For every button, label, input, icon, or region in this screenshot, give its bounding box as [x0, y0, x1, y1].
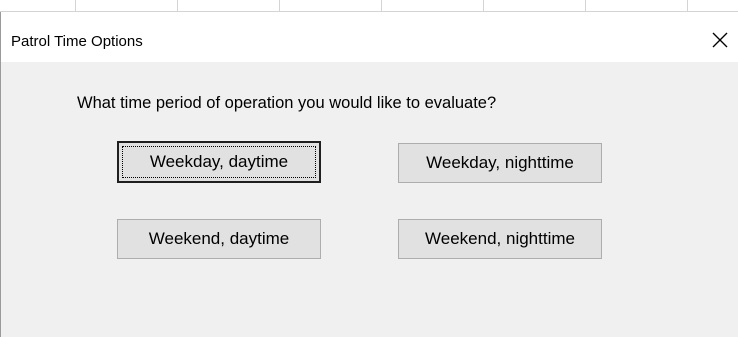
patrol-time-options-dialog: Patrol Time Options What time period of …	[0, 12, 738, 337]
weekend-nighttime-label: Weekend, nighttime	[425, 229, 575, 248]
grid-line	[687, 0, 688, 12]
weekday-daytime-label: Weekday, daytime	[149, 152, 289, 171]
weekday-nighttime-label: Weekday, nighttime	[426, 153, 574, 172]
close-button[interactable]	[702, 22, 738, 58]
grid-line	[585, 0, 586, 12]
spreadsheet-row	[0, 0, 738, 12]
grid-line	[483, 0, 484, 12]
weekday-daytime-button[interactable]: Weekday, daytime	[117, 141, 321, 183]
grid-line	[177, 0, 178, 12]
weekday-nighttime-button[interactable]: Weekday, nighttime	[398, 143, 602, 183]
dialog-title: Patrol Time Options	[11, 33, 143, 50]
close-icon	[712, 32, 728, 48]
grid-line	[381, 0, 382, 12]
weekend-nighttime-button[interactable]: Weekend, nighttime	[398, 219, 602, 259]
dialog-titlebar: Patrol Time Options	[1, 12, 738, 62]
grid-line	[279, 0, 280, 12]
weekend-daytime-label: Weekend, daytime	[148, 229, 290, 248]
grid-line	[75, 0, 76, 12]
weekend-daytime-button[interactable]: Weekend, daytime	[117, 219, 321, 259]
dialog-prompt: What time period of operation you would …	[77, 94, 497, 112]
